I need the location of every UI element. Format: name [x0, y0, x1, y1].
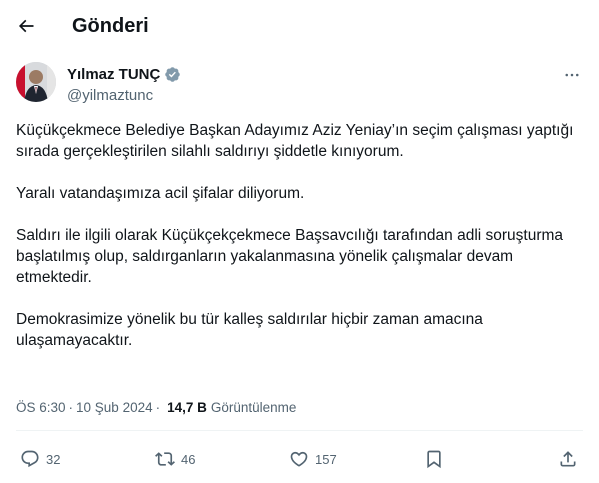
tweet-actions: 32 46 157 — [0, 445, 599, 473]
meta-separator: · — [155, 400, 161, 415]
author-handle[interactable]: @yilmaztunc — [67, 87, 153, 104]
repost-count: 46 — [181, 451, 196, 467]
share-button[interactable] — [558, 445, 578, 473]
more-horizontal-icon — [565, 73, 579, 77]
tweet-paragraph: Demokrasimize yönelik bu tür kalleş sald… — [16, 311, 483, 349]
reply-count: 32 — [46, 451, 61, 467]
tweet-paragraph: Küçükçekmece Belediye Başkan Adayımız Az… — [16, 122, 574, 160]
page-title: Gönderi — [72, 15, 149, 37]
more-options-button[interactable] — [560, 65, 584, 85]
tweet-time[interactable]: ÖS 6:30 — [16, 400, 66, 415]
reply-button[interactable]: 32 — [20, 445, 60, 473]
like-button[interactable]: 157 — [289, 445, 337, 473]
divider — [16, 430, 583, 431]
back-button[interactable] — [10, 10, 42, 42]
share-icon — [560, 451, 576, 467]
views-label: Görüntülenme — [210, 400, 297, 415]
arrow-left-icon — [18, 19, 34, 33]
bookmark-button[interactable] — [424, 445, 444, 473]
author-name-row: Yılmaz TUNÇ — [67, 66, 181, 83]
reply-icon — [21, 450, 39, 468]
page-header: Gönderi — [0, 0, 599, 53]
tweet-meta: ÖS 6:30 · 10 Şub 2024 · 14,7 B Görüntüle… — [16, 400, 296, 415]
author-name[interactable]: Yılmaz TUNÇ — [67, 66, 160, 83]
bookmark-icon — [427, 450, 441, 469]
avatar[interactable] — [16, 62, 56, 102]
avatar-image — [16, 62, 56, 102]
like-count: 157 — [315, 451, 337, 467]
tweet-date[interactable]: 10 Şub 2024 — [76, 400, 153, 415]
heart-icon — [290, 451, 308, 467]
views-count: 14,7 B — [167, 400, 207, 415]
meta-separator: · — [68, 400, 74, 415]
tweet-paragraph: Saldırı ile ilgili olarak Küçükçekçekmec… — [16, 227, 564, 286]
tweet-paragraph: Yaralı vatandaşımıza acil şifalar diliyo… — [16, 185, 305, 202]
verified-badge-icon — [164, 66, 181, 83]
repost-icon — [155, 452, 175, 466]
repost-button[interactable]: 46 — [155, 445, 195, 473]
tweet-text: Küçükçekmece Belediye Başkan Adayımız Az… — [16, 120, 586, 372]
